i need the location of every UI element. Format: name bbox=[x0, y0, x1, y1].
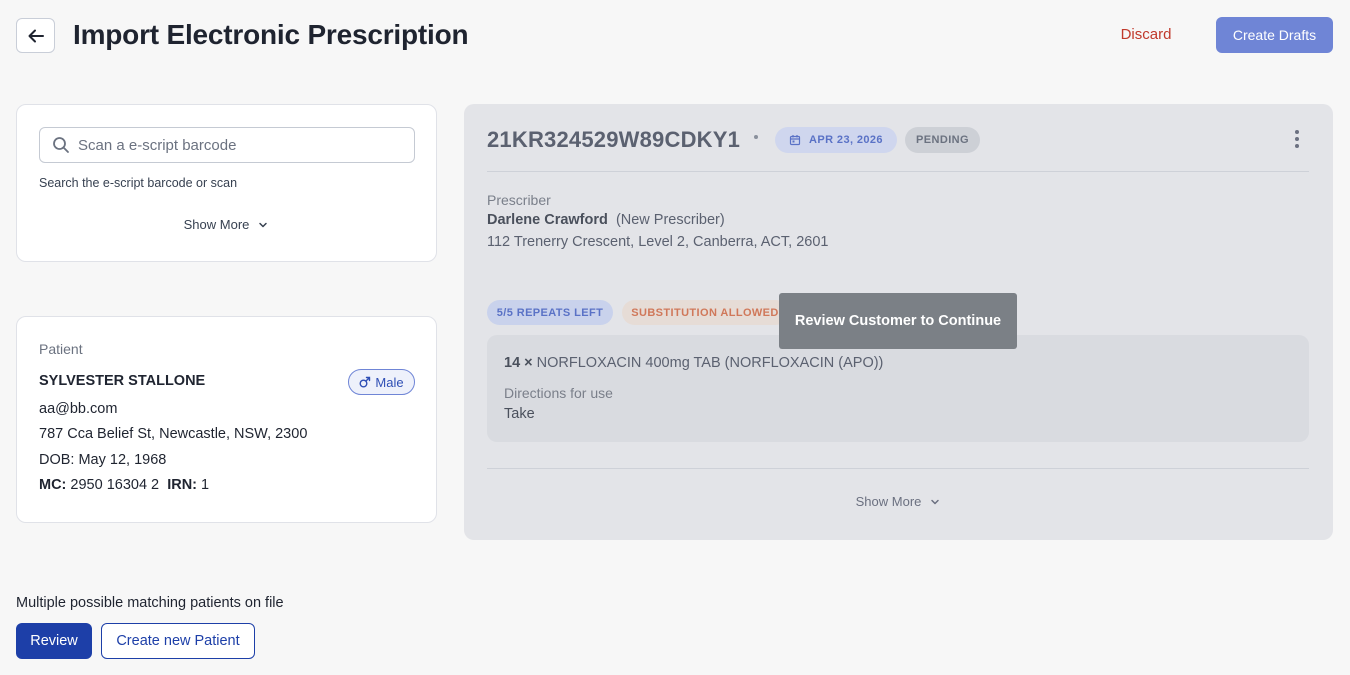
search-input[interactable]: Scan a e-script barcode bbox=[39, 127, 415, 163]
show-more-label: Show More bbox=[855, 494, 922, 509]
male-icon bbox=[359, 376, 371, 388]
show-more-label: Show More bbox=[183, 217, 250, 232]
patient-section-label: Patient bbox=[39, 341, 83, 357]
search-card: Scan a e-script barcode Search the e-scr… bbox=[16, 104, 437, 262]
irn-value: 1 bbox=[201, 477, 210, 493]
prescriber-label: Prescriber bbox=[487, 192, 551, 208]
patient-address: 787 Cca Belief St, Newcastle, NSW, 2300 bbox=[39, 426, 308, 442]
gender-label: Male bbox=[375, 374, 404, 390]
search-help-text: Search the e-script barcode or scan bbox=[39, 176, 238, 190]
mc-value: 2950 16304 2 bbox=[70, 477, 160, 493]
prescriber-name: Darlene Crawford bbox=[487, 212, 608, 228]
show-more-button[interactable]: Show More bbox=[17, 217, 436, 232]
create-drafts-button[interactable]: Create Drafts bbox=[1216, 17, 1333, 53]
discard-button[interactable]: Discard bbox=[1108, 25, 1184, 45]
patient-identifiers: MC: 2950 16304 2 IRN: 1 bbox=[39, 477, 209, 493]
search-placeholder: Scan a e-script barcode bbox=[78, 136, 237, 154]
arrow-left-icon bbox=[28, 29, 44, 42]
repeats-badge: 5/5 REPEATS LEFT bbox=[487, 300, 613, 325]
gender-badge: Male bbox=[348, 369, 415, 395]
separator-dot bbox=[754, 135, 758, 139]
chevron-down-icon bbox=[259, 222, 268, 227]
patient-name: SYLVESTER STALLONE bbox=[39, 373, 206, 389]
prescriber-note: (New Prescriber) bbox=[615, 212, 725, 228]
matching-patients-message: Multiple possible matching patients on f… bbox=[16, 595, 284, 611]
patient-card: Patient SYLVESTER STALLONE Male aa@bb.co… bbox=[16, 316, 437, 523]
review-button[interactable]: Review bbox=[16, 623, 92, 659]
medication-line: 14 × NORFLOXACIN 400mg TAB (NORFLOXACIN … bbox=[504, 355, 883, 371]
medication-quantity: 14 × bbox=[504, 355, 533, 371]
medication-name: NORFLOXACIN 400mg TAB (NORFLOXACIN (APO)… bbox=[536, 355, 884, 371]
substitution-badge: SUBSTITUTION ALLOWED bbox=[622, 300, 788, 325]
medication-item: 14 × NORFLOXACIN 400mg TAB (NORFLOXACIN … bbox=[487, 335, 1309, 442]
irn-label: IRN: bbox=[167, 477, 197, 493]
divider bbox=[487, 468, 1309, 469]
back-button[interactable] bbox=[16, 18, 55, 53]
calendar-icon bbox=[789, 135, 801, 146]
mc-label: MC: bbox=[39, 477, 67, 493]
divider bbox=[487, 171, 1309, 172]
prescription-id: 21KR324529W89CDKY1 bbox=[487, 127, 741, 152]
review-customer-tooltip: Review Customer to Continue bbox=[779, 293, 1017, 349]
page-title: Import Electronic Prescription bbox=[73, 19, 469, 50]
search-icon bbox=[53, 137, 69, 153]
prescriber-address: 112 Trenerry Crescent, Level 2, Canberra… bbox=[487, 234, 829, 250]
date-badge: APR 23, 2026 bbox=[775, 127, 897, 153]
directions-label: Directions for use bbox=[504, 385, 613, 401]
chevron-down-icon bbox=[931, 499, 940, 504]
status-badge: PENDING bbox=[905, 127, 980, 153]
patient-dob: DOB: May 12, 1968 bbox=[39, 452, 167, 468]
directions-value: Take bbox=[504, 406, 535, 422]
patient-email: aa@bb.com bbox=[39, 401, 118, 417]
kebab-menu-icon[interactable] bbox=[1292, 130, 1302, 148]
create-new-patient-button[interactable]: Create new Patient bbox=[101, 623, 255, 659]
date-label: APR 23, 2026 bbox=[809, 134, 883, 146]
prescriber-name-row: Darlene Crawford (New Prescriber) bbox=[487, 212, 725, 228]
show-more-button[interactable]: Show More bbox=[464, 494, 1333, 509]
